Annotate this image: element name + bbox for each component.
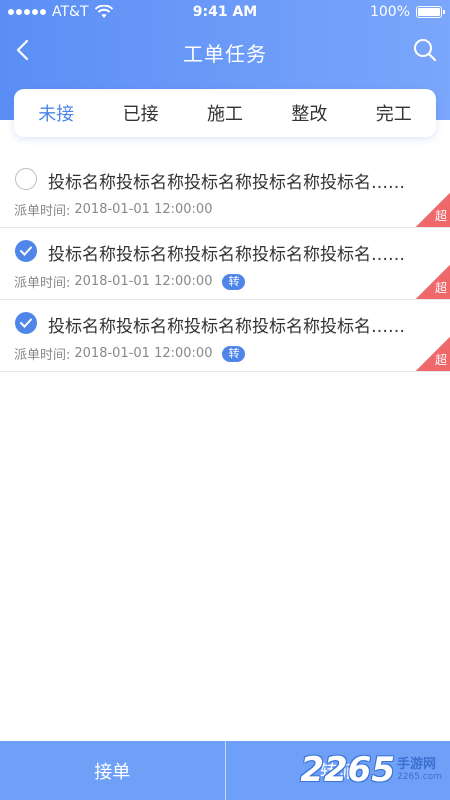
watermark-domain: 2265.com [397, 772, 442, 782]
checkbox[interactable] [15, 168, 37, 190]
tab-accepted[interactable]: 已接 [117, 96, 165, 130]
list-item[interactable]: 投标名称投标名称投标名称投标名称投标名…… 派单时间: 2018-01-01 1… [0, 228, 450, 300]
nav-bar: 工单任务 [0, 26, 450, 76]
item-meta: 派单时间: 2018-01-01 12:00:00 [14, 200, 212, 219]
dispatch-time-label: 派单时间: [14, 348, 71, 363]
overdue-badge: 超 [434, 281, 447, 295]
watermark-number: 2265 [300, 750, 395, 790]
dispatch-time: 2018-01-01 12:00:00 [74, 274, 213, 289]
list-item[interactable]: 投标名称投标名称投标名称投标名称投标名…… 派单时间: 2018-01-01 1… [0, 300, 450, 372]
tab-unaccepted[interactable]: 未接 [32, 96, 80, 130]
item-meta: 派单时间: 2018-01-01 12:00:00 转 [14, 344, 246, 363]
item-title: 投标名称投标名称投标名称投标名称投标名…… [48, 173, 405, 193]
watermark-text-group: 手游网 2265.com [397, 757, 442, 783]
checkmark-icon [20, 318, 32, 328]
battery-fill [418, 8, 440, 16]
watermark-logo: 2265 手游网 2265.com [300, 742, 442, 798]
page-title: 工单任务 [183, 42, 267, 66]
transfer-badge: 转 [222, 345, 246, 362]
watermark-text: 手游网 [397, 757, 437, 772]
overdue-badge: 超 [434, 353, 447, 367]
checkbox[interactable] [15, 312, 37, 334]
work-order-list: 投标名称投标名称投标名称投标名称投标名…… 派单时间: 2018-01-01 1… [0, 156, 450, 372]
tab-construction[interactable]: 施工 [201, 96, 249, 130]
item-title: 投标名称投标名称投标名称投标名称投标名…… [48, 317, 405, 337]
item-meta: 派单时间: 2018-01-01 12:00:00 转 [14, 272, 246, 291]
dispatch-time: 2018-01-01 12:00:00 [74, 202, 213, 217]
list-item[interactable]: 投标名称投标名称投标名称投标名称投标名…… 派单时间: 2018-01-01 1… [0, 156, 450, 228]
search-icon[interactable] [412, 36, 438, 64]
tab-rectification[interactable]: 整改 [285, 96, 333, 130]
tab-completed[interactable]: 完工 [370, 96, 418, 130]
item-title: 投标名称投标名称投标名称投标名称投标名…… [48, 245, 405, 265]
overdue-badge: 超 [434, 209, 447, 223]
status-bar: AT&T 9:41 AM 100% [0, 0, 450, 26]
checkmark-icon [20, 246, 32, 256]
dispatch-time-label: 派单时间: [14, 204, 71, 219]
dispatch-time: 2018-01-01 12:00:00 [74, 346, 213, 361]
dispatch-time-label: 派单时间: [14, 276, 71, 291]
battery-percent: 100% [369, 4, 410, 20]
tab-bar: 未接 已接 施工 整改 完工 [14, 89, 436, 137]
status-right: 100% [369, 4, 445, 20]
transfer-badge: 转 [222, 273, 246, 290]
battery-icon [416, 6, 445, 18]
accept-button[interactable]: 接单 [0, 741, 225, 800]
checkbox[interactable] [15, 240, 37, 262]
